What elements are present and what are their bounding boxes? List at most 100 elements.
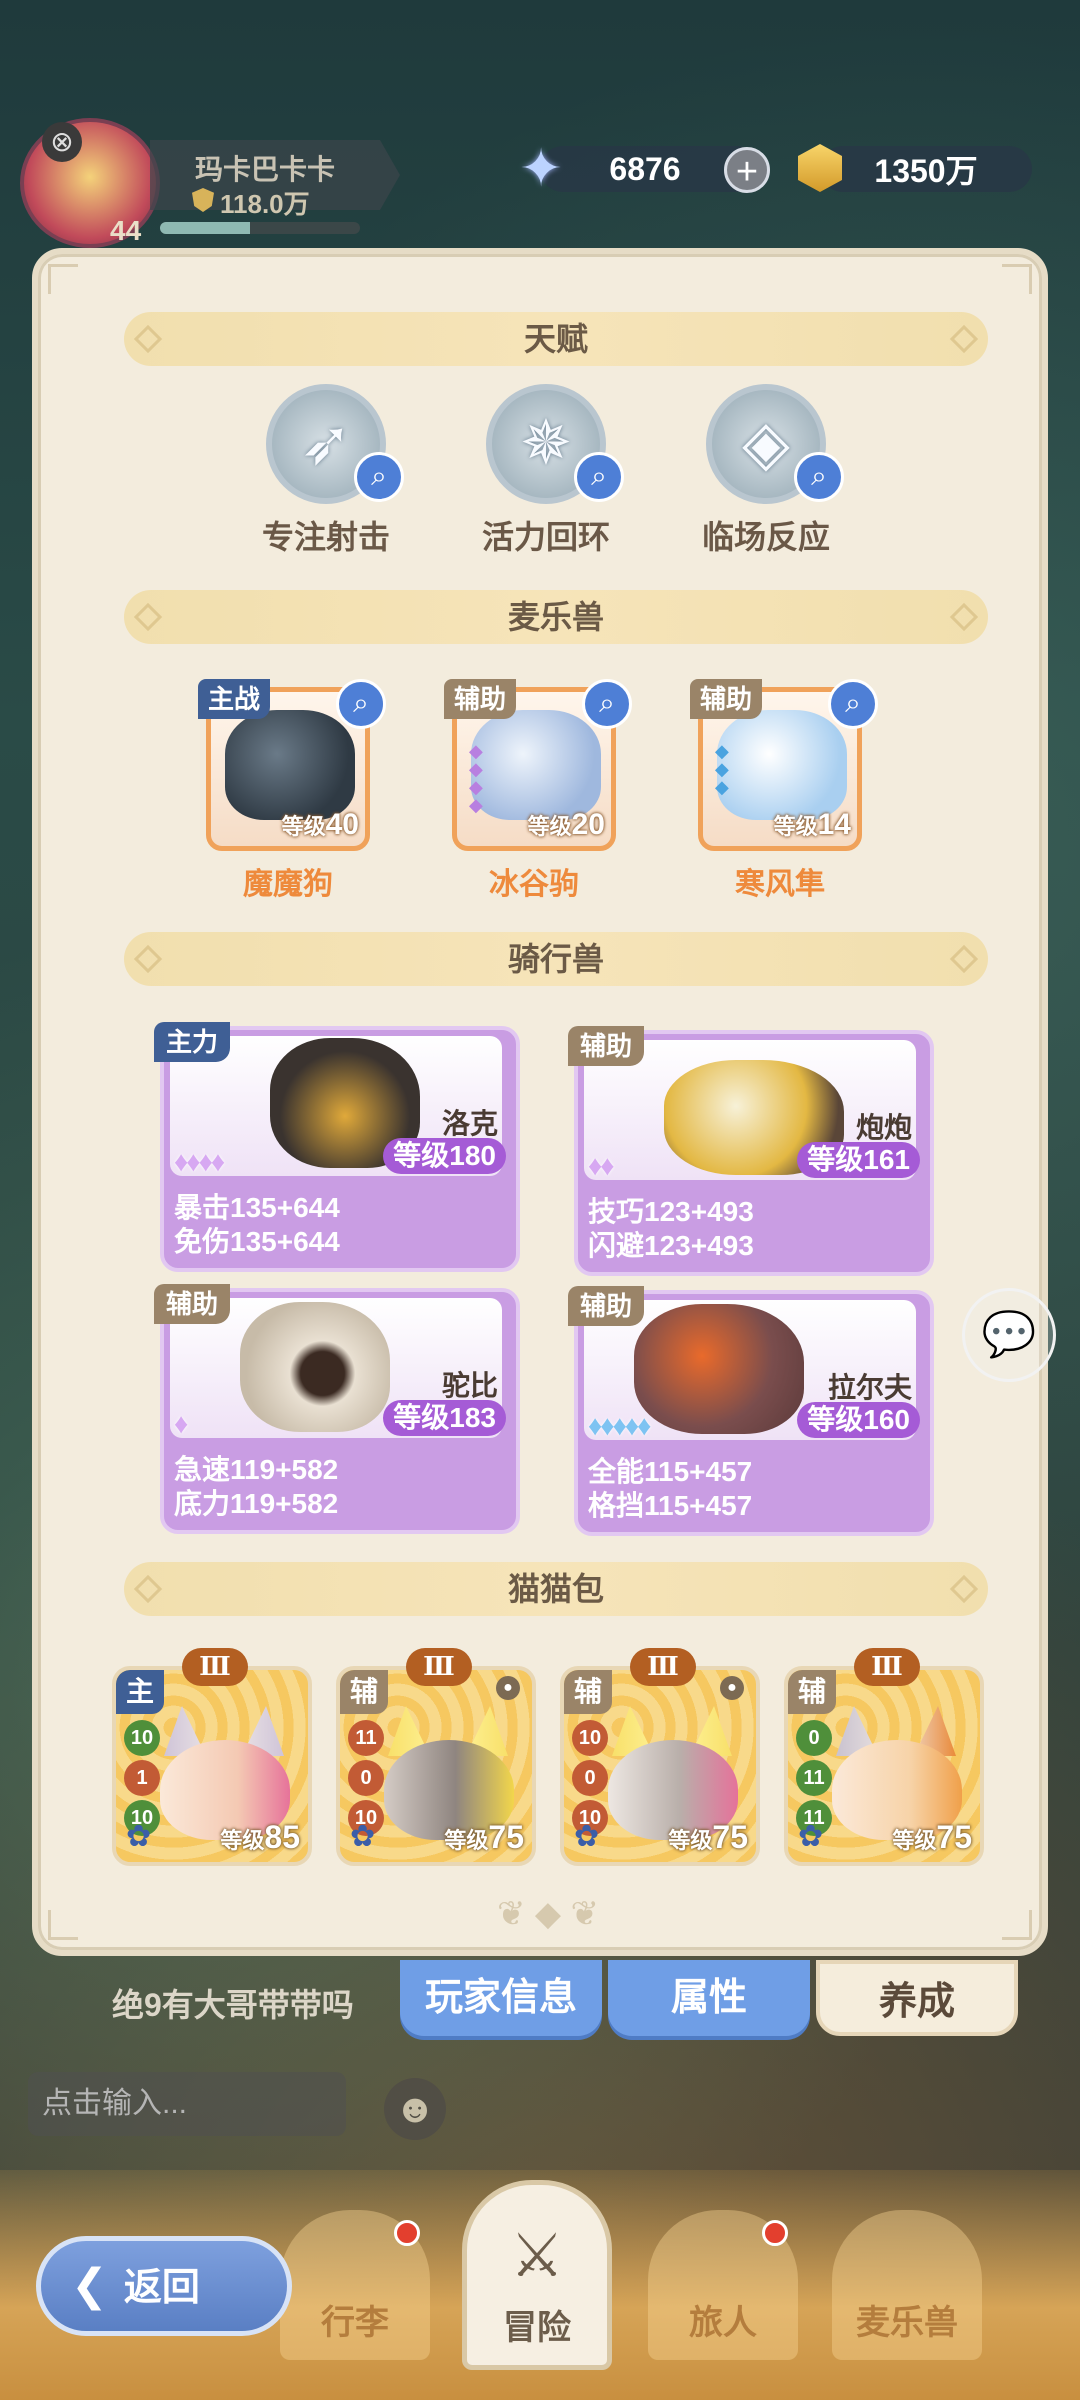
talent-item[interactable]: ✵ ⌕ 活力回环 [456,384,636,564]
section-beasts-header: 麦乐兽 [124,590,988,644]
beast-image [225,710,355,820]
tab-player-info[interactable]: 玩家信息 [400,1960,602,2036]
talent-label: 专注射击 [261,519,390,555]
mount-card[interactable]: 拉尔夫 等级160 ♦♦♦♦♦ 全能115+457 格挡115+457 辅助 [568,1286,934,1536]
corner-deco [1002,264,1032,294]
cat-bag-portrait: 10 0 10 ✿ 等级75 辅 ● [560,1666,760,1866]
mount-level: 等级160 [797,1402,920,1438]
magnifier-icon[interactable]: ⌕ [574,452,624,502]
corner-deco [1002,1910,1032,1940]
cat-level: 等级75 [892,1819,972,1855]
magnifier-icon[interactable]: ⌕ [336,679,386,729]
paw-icon: ✿ [126,1820,152,1853]
player-power: 118.0万 [220,189,310,219]
beast-role-tag: 辅助 [690,679,763,719]
nav-label: 冒险 [503,2309,571,2347]
mount-name: 洛克 [441,1108,498,1139]
nav-label: 旅人 [689,2304,757,2342]
gold-counter: 1350万 [820,146,1032,192]
beast-card[interactable]: ◆ ◆ ◆ 等级14 辅助 ⌕ 寒风隼 [690,679,878,901]
section-talent-header: 天赋 [124,312,988,366]
mount-name: 驼比 [441,1370,498,1401]
mount-card[interactable]: 驼比 等级183 ♦ 急速119+582 底力119+582 辅助 [154,1284,520,1534]
cat-role-tag: 主 [116,1670,164,1714]
nav-luggage[interactable]: 行李 [280,2210,430,2360]
magnifier-icon[interactable]: ⌕ [828,679,878,729]
banner-diamond-icon [133,1574,163,1604]
mount-level: 等级183 [383,1400,506,1436]
mount-rank-stars: ♦♦♦♦♦ [588,1410,651,1441]
talent-item[interactable]: ◈ ⌕ 临场反应 [676,384,856,564]
cat-level: 等级85 [220,1819,300,1855]
mount-rank-stars: ♦♦♦♦ [174,1146,225,1177]
banner-diamond-icon [133,324,163,354]
beast-card[interactable]: ◆ ◆ ◆ ◆ 等级20 辅助 ⌕ 冰谷驹 [444,679,632,901]
mount-card[interactable]: 洛克 等级180 ♦♦♦♦ 暴击135+644 免伤135+644 主力 [154,1022,520,1272]
cat-role-tag: 辅 [564,1670,612,1714]
beast-role-tag: 主战 [198,679,271,719]
back-button[interactable]: ❮ 返回 [36,2236,292,2336]
emoji-button[interactable]: ☻ [384,2078,446,2140]
cat-bag-card[interactable]: 10 0 10 ✿ 等级75 辅 ● Ⅲ [560,1648,760,1866]
exp-fill [160,222,250,234]
mount-level: 等级180 [383,1138,506,1174]
notification-dot [762,2220,788,2246]
beast-role-tag: 辅助 [444,679,517,719]
banner-diamond-icon [949,602,979,632]
cat-bag-card[interactable]: 0 11 11 ✿ 等级75 辅 Ⅲ [784,1648,984,1866]
mount-name: 拉尔夫 [827,1372,912,1403]
tab-build[interactable]: 养成 [816,1960,1018,2036]
beast-name: 冰谷驹 [489,868,579,901]
rank-diamonds: ◆ ◆ ◆ [715,741,729,797]
section-title: 骑行兽 [507,941,604,977]
banner-diamond-icon [949,1574,979,1604]
nav-label: 麦乐兽 [856,2304,958,2342]
nav-label: 行李 [321,2304,389,2342]
lock-icon: ● [496,1676,520,1700]
add-gems-button[interactable]: + [724,147,770,193]
gem-icon: ✦ [519,140,563,198]
cat-bag-portrait: 10 1 10 ✿ 等级85 主 [112,1666,312,1866]
cat-bag-card[interactable]: 11 0 10 ✿ 等级75 辅 ● Ⅲ [336,1648,536,1866]
mount-image [240,1302,390,1432]
nav-beasts[interactable]: 麦乐兽 [832,2210,982,2360]
chat-bubble-button[interactable]: 💬 [962,1288,1056,1382]
crossed-swords-icon: ⚔ [510,2222,564,2289]
notification-dot [394,2220,420,2246]
cat-role-tag: 辅 [788,1670,836,1714]
beast-card[interactable]: 等级40 主战 ⌕ 魔魔狗 [198,679,386,901]
exp-bar [160,222,360,234]
section-title: 麦乐兽 [507,599,604,635]
chat-input[interactable]: 点击输入... [28,2072,346,2136]
mount-image [634,1304,804,1434]
mount-role-tag: 辅助 [568,1286,645,1326]
mount-rank-stars: ♦ [174,1408,188,1439]
beast-level: 等级40 [281,808,359,841]
section-title: 天赋 [523,321,588,357]
cat-level: 等级75 [444,1819,524,1855]
chat-last-message: 绝9有大哥带带吗 [112,1987,354,2023]
back-arrow-icon: ❮ [71,2261,108,2310]
mount-role-tag: 主力 [154,1022,231,1062]
back-label: 返回 [123,2267,200,2309]
magnifier-icon[interactable]: ⌕ [794,452,844,502]
banner-diamond-icon [133,944,163,974]
mount-name: 炮炮 [855,1112,912,1143]
nav-travelers[interactable]: 旅人 [648,2210,798,2360]
nav-adventure[interactable]: ⚔ 冒险 [462,2180,612,2370]
cat-bag-portrait: 11 0 10 ✿ 等级75 辅 ● [336,1666,536,1866]
cat-bag-card[interactable]: 10 1 10 ✿ 等级85 主 Ⅲ [112,1648,312,1866]
talent-item[interactable]: ➶ ⌕ 专注射击 [236,384,416,564]
mount-stat: 闪避123+493 [588,1230,754,1261]
section-mounts-header: 骑行兽 [124,932,988,986]
magnifier-icon[interactable]: ⌕ [354,452,404,502]
beast-image [471,710,601,820]
player-level: 44 [110,215,142,246]
banner-diamond-icon [949,324,979,354]
cat-rank-badge: Ⅲ [182,1648,248,1686]
magnifier-icon[interactable]: ⌕ [582,679,632,729]
mount-rank-stars: ♦♦ [588,1150,615,1181]
mount-card[interactable]: 炮炮 等级161 ♦♦ 技巧123+493 闪避123+493 辅助 [568,1026,934,1276]
cat-bag-portrait: 0 11 11 ✿ 等级75 辅 [784,1666,984,1866]
tab-attributes[interactable]: 属性 [608,1960,810,2036]
